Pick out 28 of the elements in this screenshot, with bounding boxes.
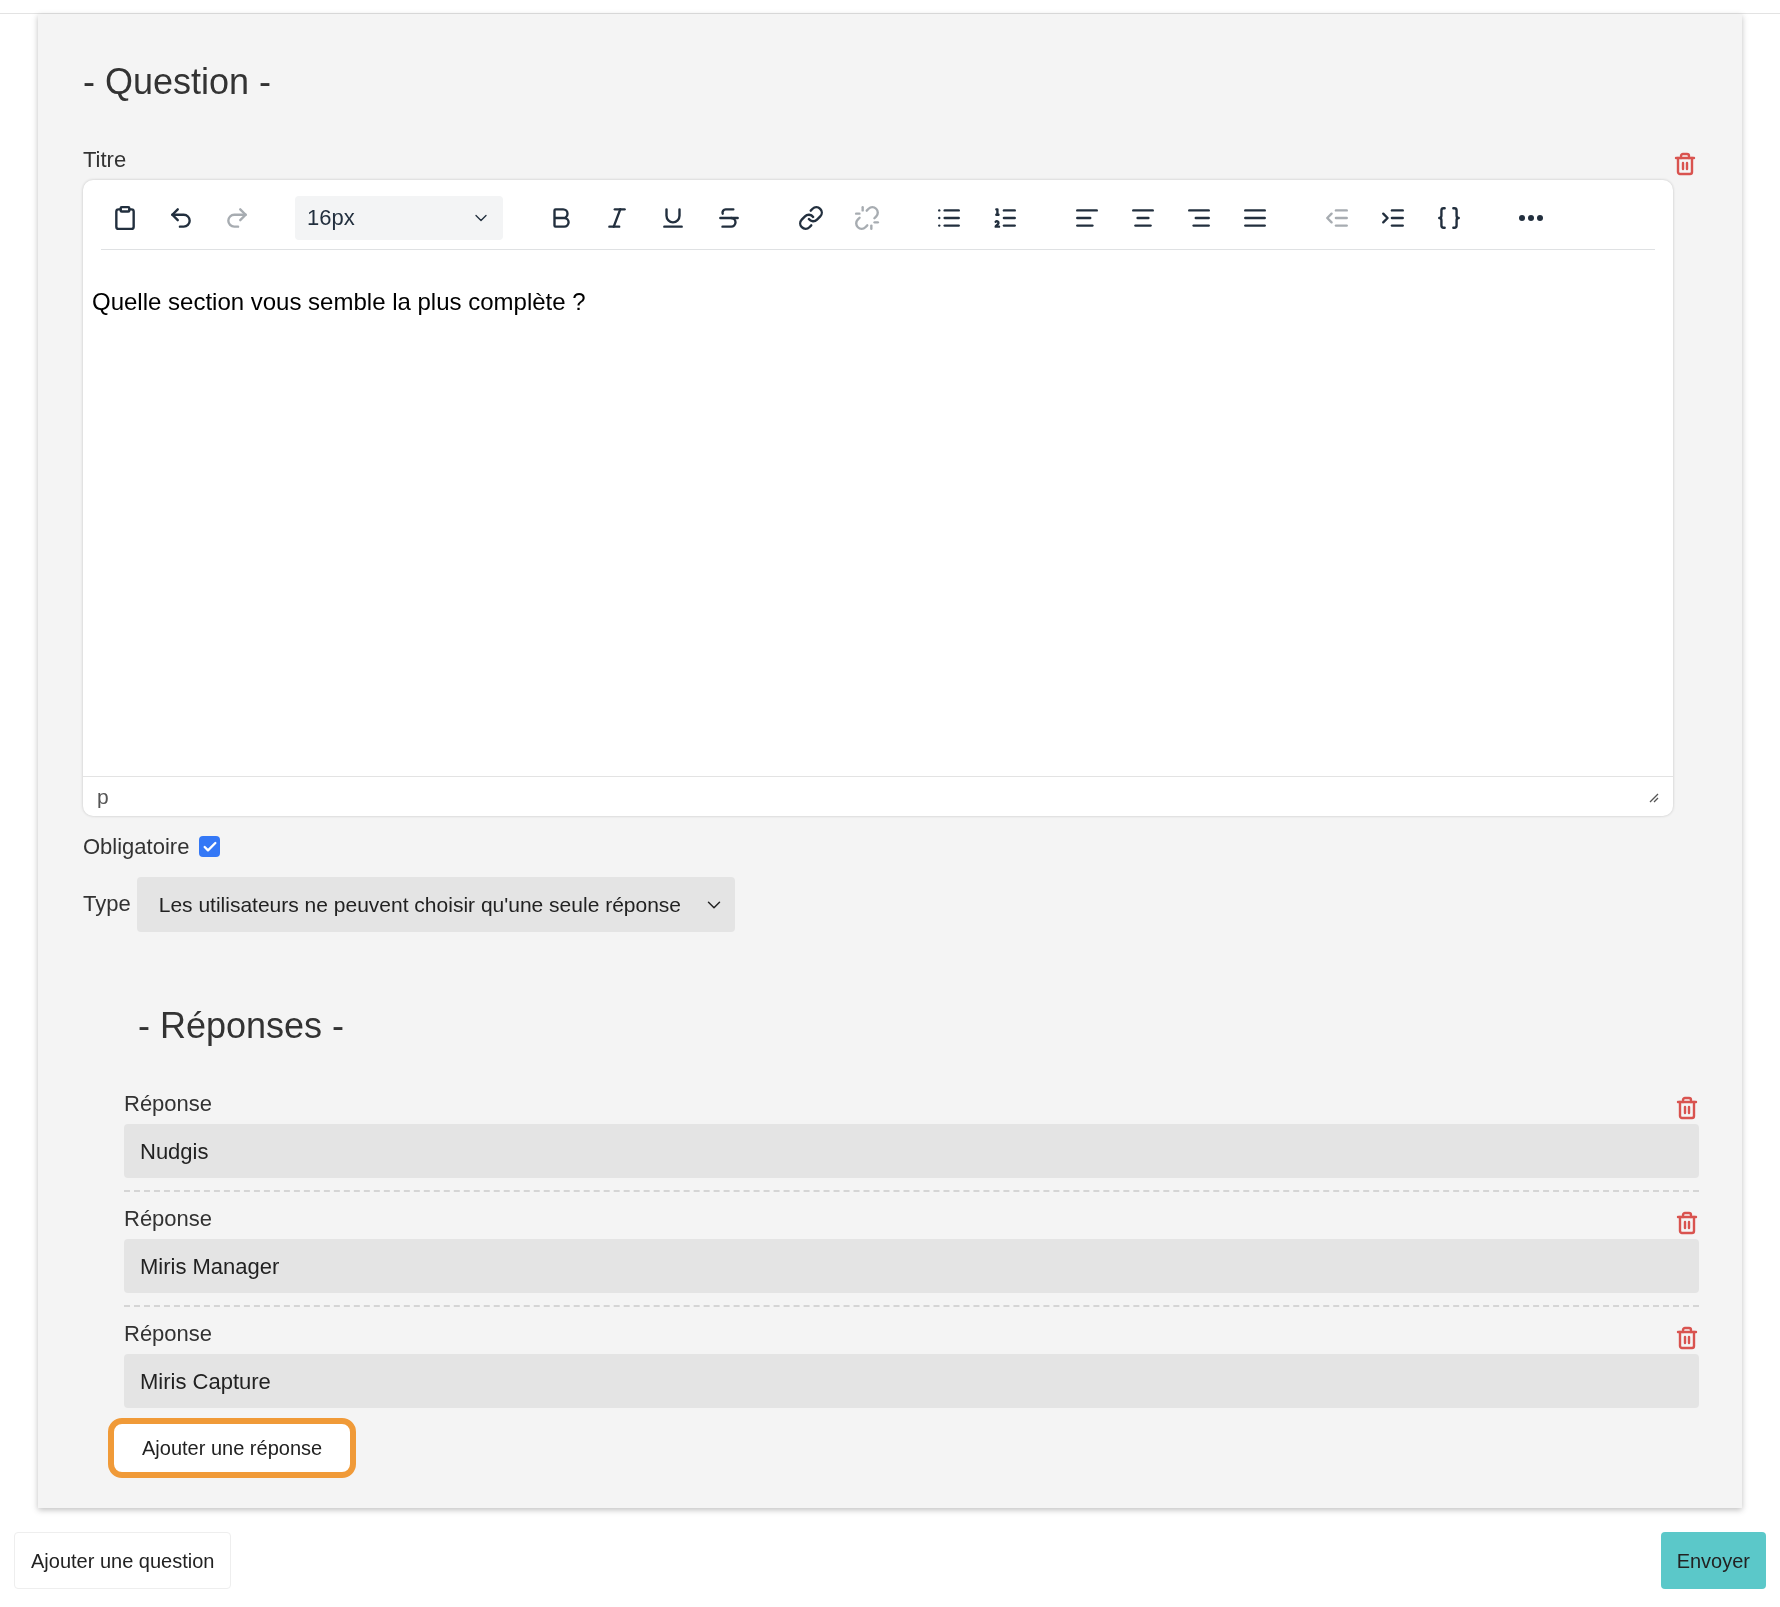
answers-heading: - Réponses -	[138, 1004, 346, 1048]
answer-input[interactable]: Miris Manager	[124, 1239, 1699, 1294]
delete-icon[interactable]	[1675, 1326, 1699, 1351]
required-label: Obligatoire	[83, 833, 190, 862]
answer-input[interactable]: Nudgis	[124, 1124, 1699, 1179]
delete-icon[interactable]	[1675, 1211, 1699, 1236]
answer-label: Réponse	[124, 1090, 213, 1119]
answer-input[interactable]: Miris Capture	[124, 1354, 1699, 1409]
answer-label: Réponse	[124, 1320, 213, 1349]
element-path: p	[97, 783, 109, 810]
submit-button[interactable]: Envoyer	[1660, 1532, 1766, 1590]
type-select[interactable]: Les utilisateurs ne peuvent choisir qu'une seule réponse	[136, 877, 736, 933]
add-answer-button[interactable]: Ajouter une réponse	[108, 1418, 357, 1479]
type-label: Type	[83, 890, 131, 919]
delete-icon[interactable]	[1675, 1096, 1699, 1121]
unlink-icon	[854, 204, 880, 231]
editor-content[interactable]: Quelle section vous semble la plus complète ?	[92, 284, 1664, 321]
answer-label: Réponse	[124, 1205, 213, 1234]
link-icon	[798, 204, 824, 231]
braces-icon	[1436, 204, 1462, 231]
add-question-button[interactable]: Ajouter une question	[14, 1532, 232, 1590]
title-label: Titre	[83, 146, 127, 175]
clipboard-icon	[112, 204, 138, 231]
required-checkbox[interactable]	[199, 836, 221, 858]
font-size-select[interactable]: 16px	[295, 195, 503, 240]
more-icon	[1519, 214, 1543, 221]
question-heading: - Question -	[83, 60, 273, 104]
delete-icon[interactable]	[1673, 152, 1697, 177]
